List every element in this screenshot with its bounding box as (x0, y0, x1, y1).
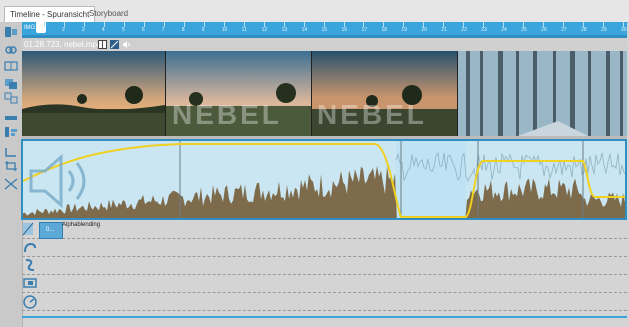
ruler-tick-label: 19 (401, 27, 407, 33)
snap-icon[interactable] (4, 146, 18, 158)
ruler-tick-label: 5 (121, 27, 125, 33)
speed-icon (23, 295, 37, 309)
ruler-tick-label: 14 (301, 27, 308, 33)
ruler-tick-label: 17 (361, 27, 368, 33)
ruler-tick-label: 4 (101, 27, 105, 33)
tab-bar: Timeline - Spuransicht Storyboard (0, 0, 629, 23)
waveform-fill (23, 165, 625, 218)
ruler-tick-label: 10 (221, 27, 228, 33)
curve-icon (25, 259, 35, 271)
ruler-tick-label: 7 (161, 27, 165, 33)
ruler-marker-label: IMG (24, 25, 36, 31)
alpha-label: Alphablending (62, 222, 101, 228)
clip-info-label: 01:28.723, nebel.mp4 (24, 40, 102, 49)
ruler-tick-label: 21 (441, 27, 447, 33)
tab-timeline-spuransicht[interactable]: Timeline - Spuransicht (4, 6, 96, 22)
meadow-sunrise-image (22, 51, 165, 136)
alpha-value: 0... (46, 227, 55, 233)
motion-path-icon (24, 242, 36, 253)
ruler-tick-label: 28 (581, 27, 587, 33)
copy-icon[interactable] (4, 78, 18, 90)
video-thumbnail[interactable] (458, 51, 627, 136)
effect-track-zoom[interactable] (22, 275, 627, 293)
ruler-tick-label: 16 (341, 27, 348, 33)
ruler-tick-label: 2 (61, 27, 65, 33)
ruler-tick-label: 13 (281, 27, 288, 33)
misty-forest-image (458, 51, 627, 136)
ruler-tick-label: 3 (81, 27, 85, 33)
ruler-tick-label: 24 (501, 27, 507, 33)
video-watermark-2: NEBEL (317, 99, 427, 130)
ruler-tick-label: 15 (321, 27, 328, 33)
ruler-tick-label: 1 (42, 27, 45, 33)
tool-strip (0, 22, 23, 327)
track-end-line (22, 316, 627, 318)
ruler-tick-label: 27 (561, 27, 567, 33)
split-view-icon[interactable] (98, 40, 107, 49)
audio-track[interactable] (21, 139, 627, 220)
effect-track-speed[interactable] (22, 293, 627, 311)
ruler-tick-label: 9 (201, 27, 205, 33)
clip-info-bar: 01:28.723, nebel.mp4 (22, 38, 627, 51)
video-thumbnail[interactable] (22, 51, 165, 136)
alpha-icon (22, 222, 34, 236)
ruler-tick-label: 23 (481, 27, 487, 33)
ruler-tick-label: 30 (621, 27, 627, 33)
effect-track-path[interactable] (22, 239, 627, 257)
trim-icon[interactable] (4, 178, 18, 190)
image-edit-icon[interactable] (110, 40, 119, 49)
ruler-tick-label: 6 (141, 27, 145, 33)
zoom-icon[interactable] (4, 26, 18, 38)
timeline-ruler[interactable]: IMG 1 2 3 4 5 6 7 8 9 10 11 12 13 14 15 16 17 18 19 20 21 22 2… (22, 21, 627, 35)
ruler-tick-label: 11 (241, 27, 247, 33)
cut-icon[interactable] (4, 60, 18, 72)
audio-waveform (23, 141, 625, 218)
ruler-tick-label: 20 (421, 27, 427, 33)
zoom-frame-icon (23, 278, 37, 288)
split-icon[interactable] (4, 92, 18, 104)
ruler-tick-label: 18 (381, 27, 387, 33)
group-icon[interactable] (4, 112, 18, 124)
ruler-tick-label: 12 (261, 27, 268, 33)
video-track[interactable]: NEBEL NEBEL (22, 51, 627, 138)
crop-icon[interactable] (4, 160, 18, 172)
speaker-icon (29, 153, 86, 209)
effect-track-alpha[interactable]: 0... Alphablending (22, 221, 627, 239)
ruler-tick-label: 25 (521, 27, 527, 33)
alpha-keyframe-block[interactable]: 0... (39, 222, 63, 239)
ruler-tick-label: 8 (181, 27, 185, 33)
ruler-tick-label: 22 (461, 27, 467, 33)
tab-storyboard[interactable]: Storyboard (84, 6, 133, 21)
align-icon[interactable] (4, 126, 18, 138)
video-watermark-1: NEBEL (172, 99, 282, 130)
effect-track-curve[interactable] (22, 257, 627, 275)
ruler-tick-label: 26 (541, 27, 547, 33)
link-icon[interactable] (4, 44, 18, 56)
speaker-small-icon[interactable] (122, 40, 131, 49)
ruler-tick-label: 29 (601, 27, 607, 33)
